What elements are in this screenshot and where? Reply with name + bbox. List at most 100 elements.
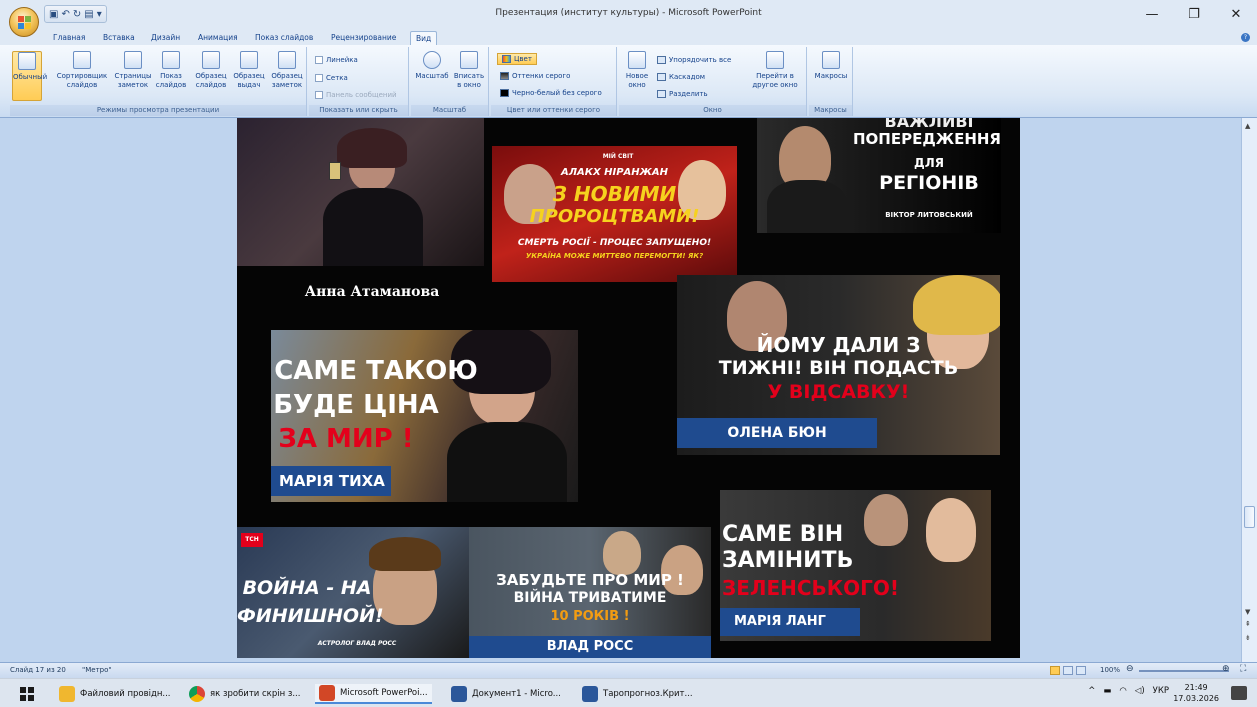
- group-color: Цвет Оттенки серого Черно-белый без серо…: [491, 47, 617, 116]
- zoom-percentage[interactable]: 100%: [1100, 666, 1120, 674]
- group-view-modes: Обычный Сортировщик слайдов Страницы зам…: [10, 47, 307, 116]
- taskbar-taroprognoz[interactable]: Таропрогноз.Крит...: [578, 684, 697, 704]
- clock[interactable]: 21:49 17.03.2026: [1173, 682, 1219, 704]
- scroll-thumb[interactable]: [1244, 506, 1255, 528]
- macros-icon: [822, 51, 840, 69]
- close-button[interactable]: ✕: [1215, 0, 1257, 30]
- window-title: Презентация (институт культуры) - Micros…: [495, 8, 762, 18]
- anna-atamanova-name: Анна Атаманова: [304, 284, 440, 300]
- slide-sorter-icon: [73, 51, 91, 69]
- next-slide-icon[interactable]: ⇟: [1245, 634, 1251, 642]
- vertical-scrollbar[interactable]: ▲ ▼ ⇞ ⇟: [1241, 118, 1257, 662]
- notes-page-button[interactable]: Страницы заметок: [112, 51, 154, 90]
- split-button[interactable]: Разделить: [657, 90, 708, 98]
- thumb3-name-banner: МАРІЯ ТИХА: [271, 466, 391, 496]
- macros-button[interactable]: Макросы: [813, 51, 849, 81]
- volume-icon[interactable]: ◁): [1135, 686, 1145, 696]
- scroll-up-icon[interactable]: ▲: [1245, 122, 1250, 130]
- tab-view[interactable]: Вид: [410, 31, 438, 45]
- magnifier-icon: [423, 51, 441, 69]
- tab-insert[interactable]: Вставка: [98, 31, 140, 45]
- grayscale-button[interactable]: Оттенки серого: [500, 72, 570, 80]
- system-tray: ^ ▬ ◠ ◁) УКР: [1088, 686, 1169, 696]
- group-label-window: Окно: [619, 105, 806, 116]
- slide-sorter-button[interactable]: Сортировщик слайдов: [54, 51, 110, 90]
- handout-master-icon: [240, 51, 258, 69]
- powerpoint-icon: [319, 685, 335, 701]
- sorter-view-status-icon[interactable]: [1063, 666, 1073, 675]
- normal-view-icon: [18, 52, 36, 70]
- cascade-button[interactable]: Каскадом: [657, 73, 705, 81]
- new-window-button[interactable]: Новое окно: [622, 51, 652, 90]
- slide-counter: Слайд 17 из 20: [10, 666, 66, 674]
- slide-canvas[interactable]: Анна Атаманова МІЙ СВІТ АЛАКХ НІРАНЖАН З…: [237, 118, 1020, 658]
- arrange-all-button[interactable]: Упорядочить все: [657, 56, 731, 64]
- thumb-alakh-niranjan: МІЙ СВІТ АЛАКХ НІРАНЖАН З НОВИМИ ПРОРОЦТ…: [492, 146, 737, 282]
- tab-design[interactable]: Дизайн: [146, 31, 185, 45]
- group-window: Новое окно Упорядочить все Каскадом Разд…: [619, 47, 807, 116]
- fit-slide-icon[interactable]: ⛶: [1240, 664, 1246, 674]
- show-hidden-icons-icon[interactable]: ^: [1088, 686, 1095, 696]
- zoom-slider[interactable]: [1139, 670, 1229, 672]
- notification-icon[interactable]: [1231, 686, 1247, 700]
- group-label-zoom: Масштаб: [411, 105, 488, 116]
- network-icon[interactable]: ▬: [1103, 686, 1111, 696]
- office-button[interactable]: [9, 7, 39, 37]
- word-icon: [582, 686, 598, 702]
- group-zoom: Масштаб Вписать в окно Масштаб: [411, 47, 489, 116]
- tab-home[interactable]: Главная: [48, 31, 90, 45]
- thumb-mariya-lang: САМЕ ВІН ЗАМІНИТЬ ЗЕЛЕНСЬКОГО! МАРІЯ ЛАН…: [720, 490, 991, 641]
- folder-icon: [59, 686, 75, 702]
- tab-slideshow[interactable]: Показ слайдов: [250, 31, 318, 45]
- taskbar-chrome[interactable]: як зробити скрін з...: [185, 684, 304, 704]
- thumb-vlad-ross-war: ЗАБУДЬТЕ ПРО МИР ! ВІЙНА ТРИВАТИМЕ 10 РО…: [469, 527, 711, 658]
- slideshow-icon: [162, 51, 180, 69]
- slideshow-status-icon[interactable]: [1076, 666, 1086, 675]
- taskbar-powerpoint[interactable]: Microsoft PowerPoi...: [315, 684, 432, 704]
- thumb-mariya-tykha: САМЕ ТАКОЮ БУДЕ ЦІНА ЗА МИР ! МАРІЯ ТИХА: [271, 330, 578, 502]
- scroll-down-icon[interactable]: ▼: [1245, 608, 1250, 616]
- thumb7-name-banner: МАРІЯ ЛАНГ: [720, 608, 860, 636]
- fit-to-window-button[interactable]: Вписать в окно: [451, 51, 487, 90]
- group-label-show-hide: Показать или скрыть: [309, 105, 408, 116]
- tab-review[interactable]: Рецензирование: [326, 31, 401, 45]
- slide-master-button[interactable]: Образец слайдов: [192, 51, 230, 90]
- wifi-icon[interactable]: ◠: [1119, 686, 1126, 696]
- language-indicator[interactable]: УКР: [1153, 686, 1169, 696]
- fit-window-icon: [460, 51, 478, 69]
- slide-master-icon: [202, 51, 220, 69]
- notes-page-icon: [124, 51, 142, 69]
- start-button[interactable]: [16, 684, 38, 704]
- grayscale-icon: [500, 72, 509, 80]
- taskbar-word-document[interactable]: Документ1 - Micro...: [447, 684, 565, 704]
- taskbar-file-explorer[interactable]: Файловий провідн...: [55, 684, 175, 704]
- black-white-icon: [500, 89, 509, 97]
- tab-animation[interactable]: Анимация: [193, 31, 243, 45]
- thumb-vlad-ross-tsn: ТСН ВОЙНА - НА ФИНИШНОЙ! АСТРОЛОГ ВЛАД Р…: [237, 527, 469, 658]
- black-white-button[interactable]: Черно-белый без серого: [500, 89, 602, 97]
- normal-view-status-icon[interactable]: [1050, 666, 1060, 675]
- color-icon: [502, 55, 511, 63]
- taskbar: Файловий провідн... як зробити скрін з..…: [0, 678, 1257, 707]
- ruler-checkbox[interactable]: Линейка: [315, 56, 358, 64]
- color-button[interactable]: Цвет: [497, 53, 537, 65]
- zoom-in-icon[interactable]: ⊕: [1222, 664, 1230, 674]
- switch-window-button[interactable]: Перейти в другое окно: [747, 51, 803, 90]
- restore-button[interactable]: ❐: [1173, 0, 1215, 30]
- message-bar-checkbox: Панель сообщений: [315, 91, 397, 99]
- thumb-olena-biun: ЙОМУ ДАЛИ З ТИЖНІ! ВІН ПОДАСТЬ У ВІДСАВК…: [677, 275, 1000, 455]
- zoom-button[interactable]: Масштаб: [415, 51, 449, 81]
- previous-slide-icon[interactable]: ⇞: [1245, 620, 1251, 628]
- notes-master-button[interactable]: Образец заметок: [268, 51, 306, 90]
- normal-view-button[interactable]: Обычный: [12, 51, 47, 101]
- group-label-color: Цвет или оттенки серого: [491, 105, 616, 116]
- chrome-icon: [189, 686, 205, 702]
- help-icon[interactable]: ?: [1241, 33, 1250, 42]
- thumb6-name-banner: ВЛАД РОСС: [469, 636, 711, 658]
- zoom-out-icon[interactable]: ⊖: [1126, 664, 1134, 674]
- grid-checkbox[interactable]: Сетка: [315, 74, 348, 82]
- slideshow-button[interactable]: Показ слайдов: [154, 51, 188, 90]
- handout-master-button[interactable]: Образец выдач: [230, 51, 268, 90]
- minimize-button[interactable]: —: [1131, 0, 1173, 30]
- split-icon: [657, 90, 666, 98]
